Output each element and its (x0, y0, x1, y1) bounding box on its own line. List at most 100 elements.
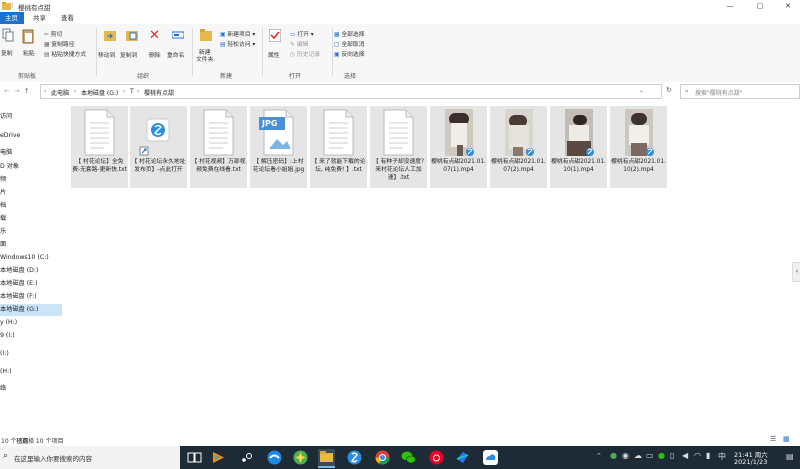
new-item-button[interactable]: ▣ 新建项目 ▾ (220, 29, 255, 38)
file-item[interactable]: 【 有种子却没速度? 来村花论坛人工加速】.txt (370, 106, 427, 188)
tray-volume-icon[interactable]: ◀ (682, 451, 688, 460)
wechat-icon[interactable] (400, 449, 417, 466)
delete-button[interactable]: ✕ (149, 28, 160, 43)
properties-button[interactable] (268, 28, 282, 44)
sidebar-item[interactable]: 电脑 (0, 147, 62, 159)
notification-icon[interactable]: ▤ (786, 452, 794, 461)
paste-button[interactable] (22, 28, 34, 44)
tray-wechat-icon[interactable]: ● (658, 451, 665, 460)
file-item[interactable]: 【 村花论坛永久地址发布页】-点此打开 (130, 106, 187, 188)
file-item[interactable]: 樱桃有点甜2021.01.10(1).mp4 (550, 106, 607, 188)
file-item[interactable]: 【 村花论坛】全免费-无套路-更新快.txt (71, 106, 128, 188)
forward-arrow-icon[interactable]: → (14, 87, 19, 95)
sidebar-item[interactable]: 本地磁盘 (E:) (0, 278, 62, 290)
tab-home[interactable]: 主页 (0, 12, 24, 24)
search-box[interactable]: ⌕ 搜索"樱桃有点甜" (680, 84, 800, 99)
open-button[interactable]: ▭ 打开 ▾ (290, 29, 314, 38)
steam-icon[interactable] (238, 449, 255, 466)
sidebar-item[interactable]: 9 (I:) (0, 330, 62, 342)
tab-share[interactable]: 共享 (28, 12, 51, 24)
tray-display-icon[interactable]: ▭ (646, 451, 654, 460)
details-view-icon[interactable]: ☰ (770, 435, 776, 443)
sidebar-item[interactable]: (I:) (0, 348, 62, 360)
browser-icon[interactable] (346, 449, 363, 466)
sidebar-item[interactable]: 乐 (0, 226, 62, 238)
sidebar-item[interactable]: 络 (0, 383, 62, 395)
sidebar-item[interactable]: 片 (0, 187, 62, 199)
select-all-button[interactable]: ▦ 全部选择 (334, 29, 365, 38)
file-explorer-icon[interactable] (318, 449, 335, 468)
sidebar-item[interactable]: (H:) (0, 366, 62, 378)
edge-icon[interactable] (266, 449, 283, 466)
file-item[interactable]: 樱桃有点甜2021.01.07(2).mp4 (490, 106, 547, 188)
game-app-icon[interactable] (292, 449, 309, 466)
tray-chevron-up-icon[interactable]: ⌃ (596, 452, 602, 460)
sidebar-item[interactable]: eDrive (0, 130, 62, 142)
address-box[interactable]: › 此电脑 › 本地磁盘 (G:) › T › 樱桃有点甜 ⌄ (40, 84, 662, 99)
sidebar-item-selected[interactable]: 本地磁盘 (G:) (0, 304, 62, 316)
netease-music-icon[interactable] (428, 449, 445, 466)
sidebar-item[interactable]: 面 (0, 239, 62, 251)
paste-shortcut-button[interactable]: ▤ 粘贴快捷方式 (44, 49, 86, 58)
feishu-icon[interactable] (454, 449, 471, 466)
up-arrow-icon[interactable]: ↑ (24, 87, 29, 95)
sidebar-item[interactable]: y (H:) (0, 317, 62, 329)
cloud-app-icon[interactable] (482, 449, 499, 466)
easy-access-button[interactable]: ▤ 轻松访问 ▾ (220, 39, 255, 48)
taskbar-search-box[interactable]: ⌕ 在这里输入你要搜索的内容 (0, 446, 180, 469)
edit-button[interactable]: ✎ 编辑 (290, 39, 308, 48)
tray-app-icon[interactable]: ◉ (622, 451, 629, 460)
tray-wifi-icon[interactable]: ◠ (694, 451, 701, 460)
back-arrow-icon[interactable]: ← (4, 87, 9, 95)
close-button[interactable]: ✕ (774, 0, 800, 12)
minimize-button[interactable]: — (716, 0, 744, 12)
copy-path-button[interactable]: ▦ 复制路径 (44, 39, 75, 48)
sidebar-item[interactable]: 访问 (0, 111, 62, 123)
file-item[interactable]: 樱桃有点甜2021.01.10(2).mp4 (610, 106, 667, 188)
sidebar-item[interactable]: 档 (0, 200, 62, 212)
sidebar-item[interactable]: 本地磁盘 (F:) (0, 291, 62, 303)
copy-button[interactable] (2, 28, 14, 44)
tray-ime-icon[interactable]: 中 (718, 451, 726, 462)
file-item[interactable]: 【 村花视频】万部视频免费在线看.txt (190, 106, 247, 188)
move-folder-icon (104, 31, 116, 41)
tray-battery-icon[interactable]: ▮ (706, 451, 710, 460)
tencent-video-icon[interactable] (210, 449, 227, 466)
file-item[interactable]: 樱桃有点甜2021.01.07(1).mp4 (430, 106, 487, 188)
dropdown-chevron-icon[interactable]: ⌄ (639, 87, 644, 94)
tray-security-icon[interactable]: ● (610, 451, 617, 460)
clock-date[interactable]: 2021/1/23 (734, 458, 767, 466)
sidebar-item[interactable]: 载 (0, 213, 62, 225)
pane-toggle-button[interactable]: ‹ (792, 262, 800, 282)
invert-selection-button[interactable]: ▣ 反向选择 (334, 49, 365, 58)
sidebar-item[interactable]: 本地磁盘 (D:) (0, 265, 62, 277)
file-item[interactable]: 【 来了就能下载的论坛, 纯免费! 】.txt (310, 106, 367, 188)
chrome-icon[interactable] (374, 449, 391, 466)
text-file-icon (383, 109, 414, 156)
maximize-button[interactable]: ▢ (746, 0, 774, 12)
task-view-icon[interactable] (186, 449, 203, 466)
breadcrumb-this-pc[interactable]: 此电脑 (51, 88, 69, 97)
sidebar-item[interactable]: D 对象 (0, 161, 62, 173)
sidebar-item[interactable]: Windows10 (C:) (0, 252, 62, 264)
breadcrumb-current-folder[interactable]: 樱桃有点甜 (144, 88, 174, 97)
file-item[interactable]: JPG 【 解压密码】:上村花论坛看小姐姐.jpg (250, 106, 307, 188)
history-button[interactable]: ◷ 历史记录 (290, 49, 320, 58)
breadcrumb-t[interactable]: T (130, 88, 134, 95)
select-none-button[interactable]: ▢ 全部取消 (334, 39, 365, 48)
refresh-icon[interactable]: ↻ (666, 86, 672, 94)
new-folder-button[interactable] (200, 29, 212, 43)
copy-to-button[interactable] (126, 29, 138, 43)
move-to-button[interactable] (104, 29, 116, 43)
cut-button[interactable]: ✂ 剪切 (44, 29, 62, 38)
breadcrumb-drive-g[interactable]: 本地磁盘 (G:) (81, 88, 118, 97)
file-name: 【 来了就能下载的论坛, 纯免费! 】.txt (311, 159, 366, 173)
tab-view[interactable]: 查看 (56, 12, 79, 24)
large-icons-view-icon[interactable]: ▦ (783, 435, 790, 443)
scissors-icon: ✂ (44, 32, 49, 38)
sidebar-item[interactable]: 频 (0, 174, 62, 186)
paste-label: 粘贴 (23, 51, 35, 57)
tray-network-icon[interactable]: ▯ (670, 451, 674, 460)
rename-button[interactable] (171, 29, 185, 43)
tray-cloud-icon[interactable]: ☁ (634, 451, 642, 460)
